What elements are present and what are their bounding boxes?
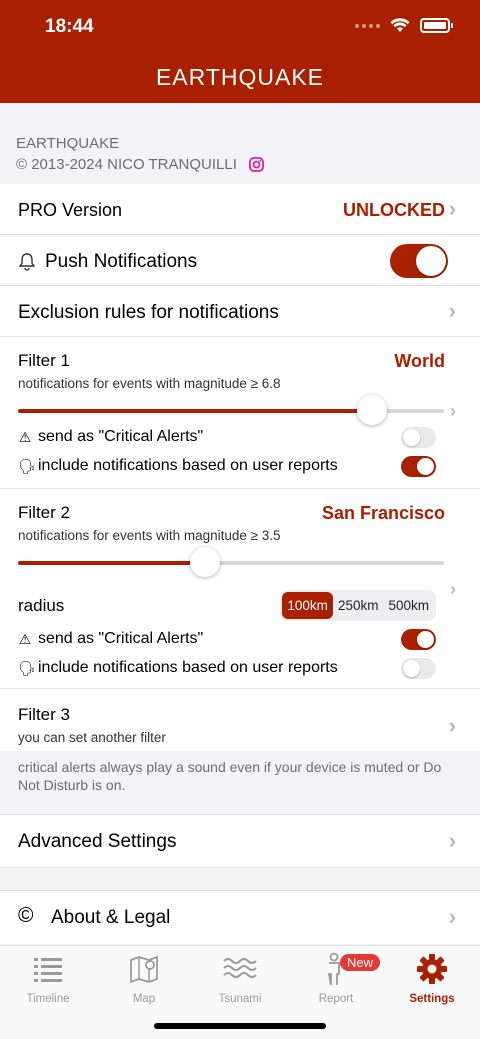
settings-group-about: © About & Legal › bbox=[0, 890, 480, 944]
navigation-header: 18:44 EARTHQUAKE bbox=[0, 0, 480, 103]
list-icon bbox=[34, 958, 62, 982]
bell-icon bbox=[18, 253, 36, 271]
critical-alerts-note: critical alerts always play a sound even… bbox=[18, 759, 442, 793]
settings-group-advanced: Advanced Settings › bbox=[0, 814, 480, 868]
filter-2-magnitude-slider[interactable] bbox=[18, 547, 444, 577]
pro-version-label: PRO Version bbox=[18, 200, 123, 220]
filter-1-critical-toggle[interactable] bbox=[401, 427, 436, 448]
exclusion-rules-row[interactable]: Exclusion rules for notifications › bbox=[0, 286, 480, 337]
gear-icon bbox=[417, 954, 447, 984]
filter-2-critical-row: ⚠ send as "Critical Alerts" bbox=[18, 630, 203, 648]
about-legal-row[interactable]: © About & Legal › bbox=[0, 891, 480, 943]
wifi-icon bbox=[390, 18, 410, 32]
slider-thumb[interactable] bbox=[190, 547, 221, 577]
copyright-text: © 2013-2024 NICO TRANQUILLI bbox=[16, 156, 237, 173]
filter-3-subtitle: you can set another filter bbox=[18, 730, 166, 745]
filter-1-reports-label: include notifications based on user repo… bbox=[38, 457, 338, 474]
tab-map[interactable]: Map bbox=[96, 952, 192, 1005]
exclusion-rules-label: Exclusion rules for notifications bbox=[18, 302, 279, 323]
radius-option-100km[interactable]: 100km bbox=[282, 592, 333, 619]
push-notifications-toggle[interactable] bbox=[390, 244, 448, 278]
chevron-right-icon: › bbox=[448, 904, 456, 929]
nav-title: EARTHQUAKE bbox=[155, 64, 325, 90]
push-notifications-label: Push Notifications bbox=[45, 251, 198, 272]
slider-fill bbox=[18, 561, 206, 565]
chevron-right-icon: › bbox=[448, 713, 456, 738]
filter-2-title: Filter 2 bbox=[18, 503, 70, 522]
filter-2-reports-toggle[interactable] bbox=[401, 658, 436, 679]
home-indicator bbox=[154, 1023, 326, 1029]
chevron-right-icon: › bbox=[450, 401, 456, 421]
radius-label: radius bbox=[18, 596, 65, 615]
filter-1-reports-row: 🗣 include notifications based on user re… bbox=[18, 457, 338, 475]
filter-1-title: Filter 1 bbox=[18, 351, 70, 370]
filter-2-subtitle: notifications for events with magnitude … bbox=[18, 528, 281, 543]
warning-icon: ⚠ bbox=[18, 630, 32, 647]
tab-label: Settings bbox=[409, 993, 455, 1005]
app-info: EARTHQUAKE © 2013-2024 NICO TRANQUILLI bbox=[16, 133, 264, 175]
pro-version-row[interactable]: PRO Version UNLOCKED › bbox=[0, 184, 480, 235]
tab-label: Tsunami bbox=[218, 993, 262, 1005]
tab-label: Timeline bbox=[26, 993, 70, 1005]
cellular-signal-icon bbox=[355, 23, 380, 28]
battery-icon bbox=[420, 18, 453, 33]
slider-fill bbox=[18, 409, 372, 413]
filter-2-reports-label: include notifications based on user repo… bbox=[38, 659, 338, 676]
filter-1-subtitle: notifications for events with magnitude … bbox=[18, 376, 281, 391]
chevron-right-icon: › bbox=[450, 579, 456, 599]
person-report-icon: 🗣 bbox=[18, 659, 36, 676]
status-icons bbox=[355, 18, 453, 33]
tab-label: Report bbox=[318, 993, 354, 1005]
filter-1-reports-toggle[interactable] bbox=[401, 456, 436, 477]
advanced-settings-row[interactable]: Advanced Settings › bbox=[0, 815, 480, 867]
filter-3-title: Filter 3 bbox=[18, 705, 70, 724]
filter-1-critical-row: ⚠ send as "Critical Alerts" bbox=[18, 428, 203, 446]
app-name: EARTHQUAKE bbox=[16, 135, 120, 152]
push-notifications-row: Push Notifications bbox=[0, 235, 480, 286]
status-time: 18:44 bbox=[45, 16, 94, 37]
tab-report[interactable]: Report New bbox=[288, 952, 384, 1005]
tab-timeline[interactable]: Timeline bbox=[0, 952, 96, 1005]
filter-2-critical-toggle[interactable] bbox=[401, 629, 436, 650]
instagram-icon[interactable] bbox=[248, 157, 264, 172]
filter-3-row[interactable]: Filter 3 you can set another filter › bbox=[0, 689, 480, 751]
person-report-icon: 🗣 bbox=[18, 457, 36, 474]
new-badge: New bbox=[340, 954, 381, 971]
copyright-icon: © bbox=[18, 904, 34, 927]
map-icon bbox=[130, 955, 158, 984]
slider-thumb[interactable] bbox=[356, 395, 387, 425]
filter-2-row[interactable]: Filter 2 San Francisco notifications for… bbox=[0, 489, 480, 689]
pro-version-status: UNLOCKED bbox=[343, 200, 445, 220]
waves-icon bbox=[223, 958, 257, 978]
filter-1-row[interactable]: Filter 1 World notifications for events … bbox=[0, 337, 480, 489]
chevron-right-icon: › bbox=[448, 828, 456, 853]
radius-option-500km[interactable]: 500km bbox=[383, 592, 434, 619]
filter-2-location: San Francisco bbox=[321, 503, 445, 523]
tab-tsunami[interactable]: Tsunami bbox=[192, 952, 288, 1005]
filter-2-critical-label: send as "Critical Alerts" bbox=[38, 630, 204, 647]
chevron-right-icon: › bbox=[448, 298, 456, 323]
about-legal-label: About & Legal bbox=[51, 907, 171, 928]
advanced-settings-label: Advanced Settings bbox=[18, 831, 177, 852]
filter-2-reports-row: 🗣 include notifications based on user re… bbox=[18, 659, 338, 677]
warning-icon: ⚠ bbox=[18, 428, 32, 445]
radius-option-250km[interactable]: 250km bbox=[333, 592, 384, 619]
chevron-right-icon: › bbox=[448, 196, 456, 221]
filter-1-magnitude-slider[interactable] bbox=[18, 395, 444, 425]
filter-1-location: World bbox=[394, 351, 445, 371]
settings-group-main: PRO Version UNLOCKED › Push Notification… bbox=[0, 184, 480, 751]
radius-segmented-control[interactable]: 100km 250km 500km bbox=[280, 590, 436, 621]
tab-settings[interactable]: Settings bbox=[384, 952, 480, 1005]
tab-label: Map bbox=[132, 993, 156, 1005]
filter-1-critical-label: send as "Critical Alerts" bbox=[38, 428, 204, 445]
